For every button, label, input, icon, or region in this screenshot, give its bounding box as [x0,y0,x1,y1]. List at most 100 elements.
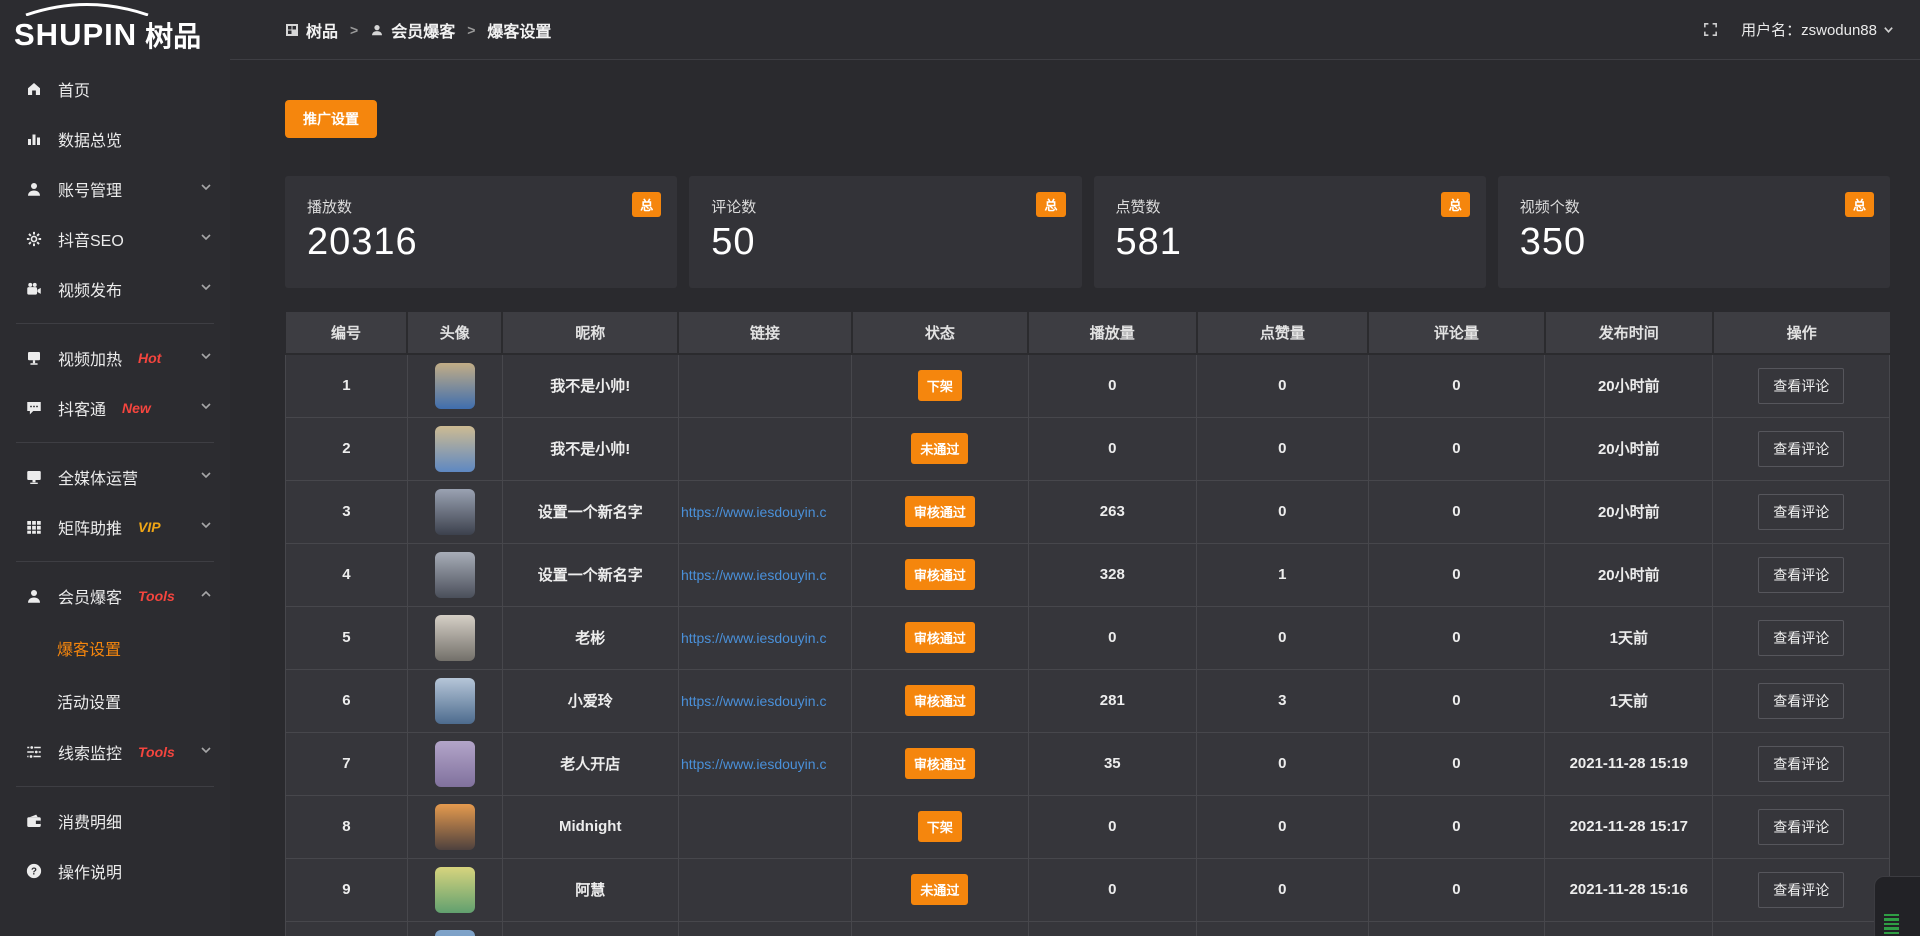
cell-avatar [407,417,502,480]
sidebar-item-video-heating[interactable]: 视频加热 Hot [0,333,230,383]
cell-plays [1028,921,1196,936]
view-comments-button[interactable]: 查看评论 [1758,809,1844,845]
sidebar-item-label: 抖音SEO [58,227,124,251]
videos-table: 编号 头像 昵称 链接 状态 播放量 点赞量 评论量 发布时间 操作 1 [285,312,1890,936]
grid-icon [24,517,44,537]
hot-badge: Hot [138,350,161,366]
view-comments-button[interactable]: 查看评论 [1758,557,1844,593]
chevron-down-icon [200,349,212,367]
view-comments-button[interactable]: 查看评论 [1758,746,1844,782]
avatar [435,867,475,913]
breadcrumb-item-baoke-settings[interactable]: 爆客设置 [487,18,551,42]
sidebar-item-member-baoke[interactable]: 会员爆客 Tools [0,571,230,621]
cell-nickname: 设置一个新名字 [502,480,678,543]
cell-likes: 0 [1197,606,1369,669]
cell-link: https://www.iesdouyin.c [678,543,851,606]
cell-nickname: 小爱玲 [502,669,678,732]
sidebar-subitem-baoke-settings[interactable]: 爆客设置 [0,621,230,674]
sidebar-item-douyin-seo[interactable]: 抖音SEO [0,214,230,264]
sidebar-item-label: 数据总览 [58,127,122,151]
cell-avatar [407,795,502,858]
stat-card-comments: 评论数 50 总 [689,176,1081,288]
cell-id: 5 [286,606,408,669]
video-link[interactable]: https://www.iesdouyin.c [679,693,851,709]
view-comments-button[interactable]: 查看评论 [1758,872,1844,908]
col-header-plays: 播放量 [1028,312,1196,354]
chevron-down-icon [200,230,212,248]
view-comments-button[interactable]: 查看评论 [1758,683,1844,719]
cell-link [678,795,851,858]
video-link[interactable]: https://www.iesdouyin.c [679,504,851,520]
cell-id: 2 [286,417,408,480]
cell-status: 审核通过 [852,732,1028,795]
view-comments-button[interactable]: 查看评论 [1758,620,1844,656]
breadcrumb-item-home[interactable]: 树品 [285,18,338,42]
breadcrumb-item-member-baoke[interactable]: 会员爆客 [370,18,455,42]
cell-comments: 0 [1368,354,1544,417]
sidebar-item-matrix-boost[interactable]: 矩阵助推 VIP [0,502,230,552]
view-comments-button[interactable]: 查看评论 [1758,368,1844,404]
cell-comments: 0 [1368,669,1544,732]
table-row: 9 阿慧 未通过 0 0 0 2021-11-28 15:16 查看评论 [286,858,1890,921]
sidebar-item-douketong[interactable]: 抖客通 New [0,383,230,433]
user-menu[interactable]: 用户名：zswodun88 [1741,19,1894,40]
sidebar-subitem-label: 活动设置 [57,689,121,713]
cell-nickname: 设置一个新名字 [502,543,678,606]
sidebar-divider [16,786,214,787]
view-comments-button[interactable]: 查看评论 [1758,431,1844,467]
video-link[interactable]: https://www.iesdouyin.c [679,567,851,583]
cell-actions: 查看评论 [1713,669,1890,732]
wallet-icon [24,811,44,831]
sidebar-item-label: 首页 [58,77,90,101]
cell-published: 20小时前 [1545,417,1713,480]
table-row: 7 老人开店 https://www.iesdouyin.c 审核通过 35 0… [286,732,1890,795]
cell-actions: 查看评论 [1713,417,1890,480]
user-icon [24,179,44,199]
sidebar-item-lead-monitoring[interactable]: 线索监控 Tools [0,727,230,777]
cell-likes: 1 [1197,543,1369,606]
sidebar-subitem-activity-settings[interactable]: 活动设置 [0,674,230,727]
sidebar: SHUPIN 树品 首页 数据总览 账号管理 抖音SEO [0,0,230,936]
stat-label: 评论数 [711,196,1059,217]
breadcrumb-label: 树品 [306,18,338,42]
promotion-settings-button[interactable]: 推广设置 [285,100,377,138]
cell-likes: 0 [1197,480,1369,543]
sidebar-divider [16,323,214,324]
fullscreen-icon[interactable] [1702,21,1719,38]
cell-id: 3 [286,480,408,543]
sidebar-item-account-management[interactable]: 账号管理 [0,164,230,214]
chevron-down-icon [200,280,212,298]
stat-card-likes: 点赞数 581 总 [1094,176,1486,288]
user-icon [24,586,44,606]
view-comments-button[interactable]: 查看评论 [1758,494,1844,530]
video-link[interactable]: https://www.iesdouyin.c [679,756,851,772]
brand-logo[interactable]: SHUPIN 树品 [0,0,230,60]
avatar [435,804,475,850]
floating-service-widget[interactable] [1874,876,1920,936]
sidebar-item-video-publish[interactable]: 视频发布 [0,264,230,314]
sidebar-item-label: 消费明细 [58,809,122,833]
cell-nickname: 阿慧 [502,858,678,921]
screen-icon [24,348,44,368]
sidebar-item-data-overview[interactable]: 数据总览 [0,114,230,164]
cell-avatar [407,480,502,543]
sidebar-item-operation-guide[interactable]: ? 操作说明 [0,846,230,896]
sidebar-item-home[interactable]: 首页 [0,64,230,114]
cell-comments [1368,921,1544,936]
status-badge: 未通过 [911,874,968,905]
sidebar-item-all-media-operation[interactable]: 全媒体运营 [0,452,230,502]
tools-badge: Tools [138,588,175,604]
cell-id: 9 [286,858,408,921]
chat-bubble-icon [24,398,44,418]
sidebar-item-consumption-details[interactable]: 消费明细 [0,796,230,846]
table-header-row: 编号 头像 昵称 链接 状态 播放量 点赞量 评论量 发布时间 操作 [286,312,1890,354]
stat-value: 581 [1116,221,1464,264]
cell-comments: 0 [1368,606,1544,669]
sidebar-subitem-label: 爆客设置 [57,636,121,660]
chevron-down-icon [200,743,212,761]
help-icon: ? [24,861,44,881]
svg-text:?: ? [31,866,37,877]
video-link[interactable]: https://www.iesdouyin.c [679,630,851,646]
cell-likes: 0 [1197,795,1369,858]
table-row: 1 我不是小帅! 下架 0 0 0 20小时前 查看评论 [286,354,1890,417]
